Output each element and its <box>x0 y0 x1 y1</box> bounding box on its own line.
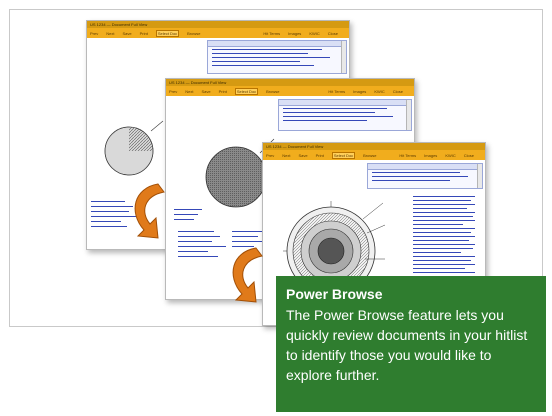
caption-title: Power Browse <box>286 286 383 302</box>
toolbar-images-button[interactable]: Images <box>288 31 301 36</box>
list-item[interactable] <box>178 241 212 242</box>
table-row <box>283 112 375 113</box>
list-item[interactable] <box>91 201 125 202</box>
window-toolbar: Prev Next Save Print Select Doc Browse H… <box>166 86 414 96</box>
curved-arrow-icon <box>134 183 165 239</box>
table-header <box>279 100 411 106</box>
toolbar-hit-terms-button[interactable]: Hit Terms <box>263 31 280 36</box>
toolbar-images-button[interactable]: Images <box>353 89 366 94</box>
toolbar-browse-button[interactable]: Browse <box>363 153 376 158</box>
document-info-table <box>367 163 483 189</box>
table-row <box>283 116 393 117</box>
toolbar-print-button[interactable]: Print <box>219 89 227 94</box>
list-item[interactable] <box>178 251 208 252</box>
document-info-table <box>207 40 347 74</box>
toolbar-next-button[interactable]: Next <box>185 89 193 94</box>
table-header <box>208 41 346 47</box>
toolbar-select-doc-button[interactable]: Select Doc <box>234 87 259 95</box>
window-titlebar: US 1234 — Document Full View <box>263 143 485 150</box>
toolbar-close-button[interactable]: Close <box>328 31 338 36</box>
table-row <box>283 120 367 121</box>
caption-body: The Power Browse feature lets you quickl… <box>286 307 528 383</box>
toolbar-close-button[interactable]: Close <box>464 153 474 158</box>
list-item[interactable] <box>232 236 258 237</box>
table-header <box>368 164 482 170</box>
toolbar-next-button[interactable]: Next <box>282 153 290 158</box>
toolbar-print-button[interactable]: Print <box>140 31 148 36</box>
toolbar-select-doc-button[interactable]: Select Doc <box>155 29 180 37</box>
list-item[interactable] <box>178 236 220 237</box>
table-row <box>372 172 460 173</box>
list-item[interactable] <box>178 246 226 247</box>
list-item[interactable] <box>178 231 214 232</box>
table-row <box>212 65 314 66</box>
list-item[interactable] <box>91 221 121 222</box>
toolbar-browse-button[interactable]: Browse <box>266 89 279 94</box>
window-toolbar: Prev Next Save Print Select Doc Browse H… <box>87 28 349 38</box>
toolbar-prev-button[interactable]: Prev <box>266 153 274 158</box>
table-row <box>212 49 322 50</box>
window-toolbar: Prev Next Save Print Select Doc Browse H… <box>263 150 485 160</box>
toolbar-print-button[interactable]: Print <box>316 153 324 158</box>
toolbar-select-doc-button[interactable]: Select Doc <box>331 151 356 159</box>
toolbar-save-button[interactable]: Save <box>122 31 131 36</box>
scrollbar[interactable] <box>341 41 346 73</box>
toolbar-save-button[interactable]: Save <box>201 89 210 94</box>
window-titlebar: US 1234 — Document Full View <box>87 21 349 28</box>
toolbar-images-button[interactable]: Images <box>424 153 437 158</box>
list-item[interactable] <box>178 256 218 257</box>
toolbar-save-button[interactable]: Save <box>298 153 307 158</box>
window-titlebar: US 1234 — Document Full View <box>166 79 414 86</box>
toolbar-close-button[interactable]: Close <box>393 89 403 94</box>
toolbar-kwic-button[interactable]: KWIC <box>445 153 455 158</box>
table-row <box>372 180 450 181</box>
document-figure-sphere <box>104 120 164 176</box>
toolbar-kwic-button[interactable]: KWIC <box>374 89 384 94</box>
toolbar-hit-terms-button[interactable]: Hit Terms <box>328 89 345 94</box>
toolbar-prev-button[interactable]: Prev <box>169 89 177 94</box>
document-abstract-text <box>413 193 477 277</box>
toolbar-kwic-button[interactable]: KWIC <box>309 31 319 36</box>
table-row <box>212 61 300 62</box>
table-row <box>283 108 387 109</box>
toolbar-next-button[interactable]: Next <box>106 31 114 36</box>
scrollbar[interactable] <box>406 100 411 130</box>
scrollbar[interactable] <box>477 164 482 188</box>
toolbar-prev-button[interactable]: Prev <box>90 31 98 36</box>
document-sections-list <box>178 229 226 257</box>
toolbar-hit-terms-button[interactable]: Hit Terms <box>399 153 416 158</box>
toolbar-browse-button[interactable]: Browse <box>187 31 200 36</box>
table-row <box>212 53 308 54</box>
curved-arrow-icon <box>232 247 263 303</box>
table-row <box>372 176 468 177</box>
list-item[interactable] <box>91 226 127 227</box>
list-item[interactable] <box>232 231 262 232</box>
table-row <box>212 57 330 58</box>
document-info-table <box>278 99 412 131</box>
feature-caption-box: Power Browse The Power Browse feature le… <box>276 276 546 412</box>
